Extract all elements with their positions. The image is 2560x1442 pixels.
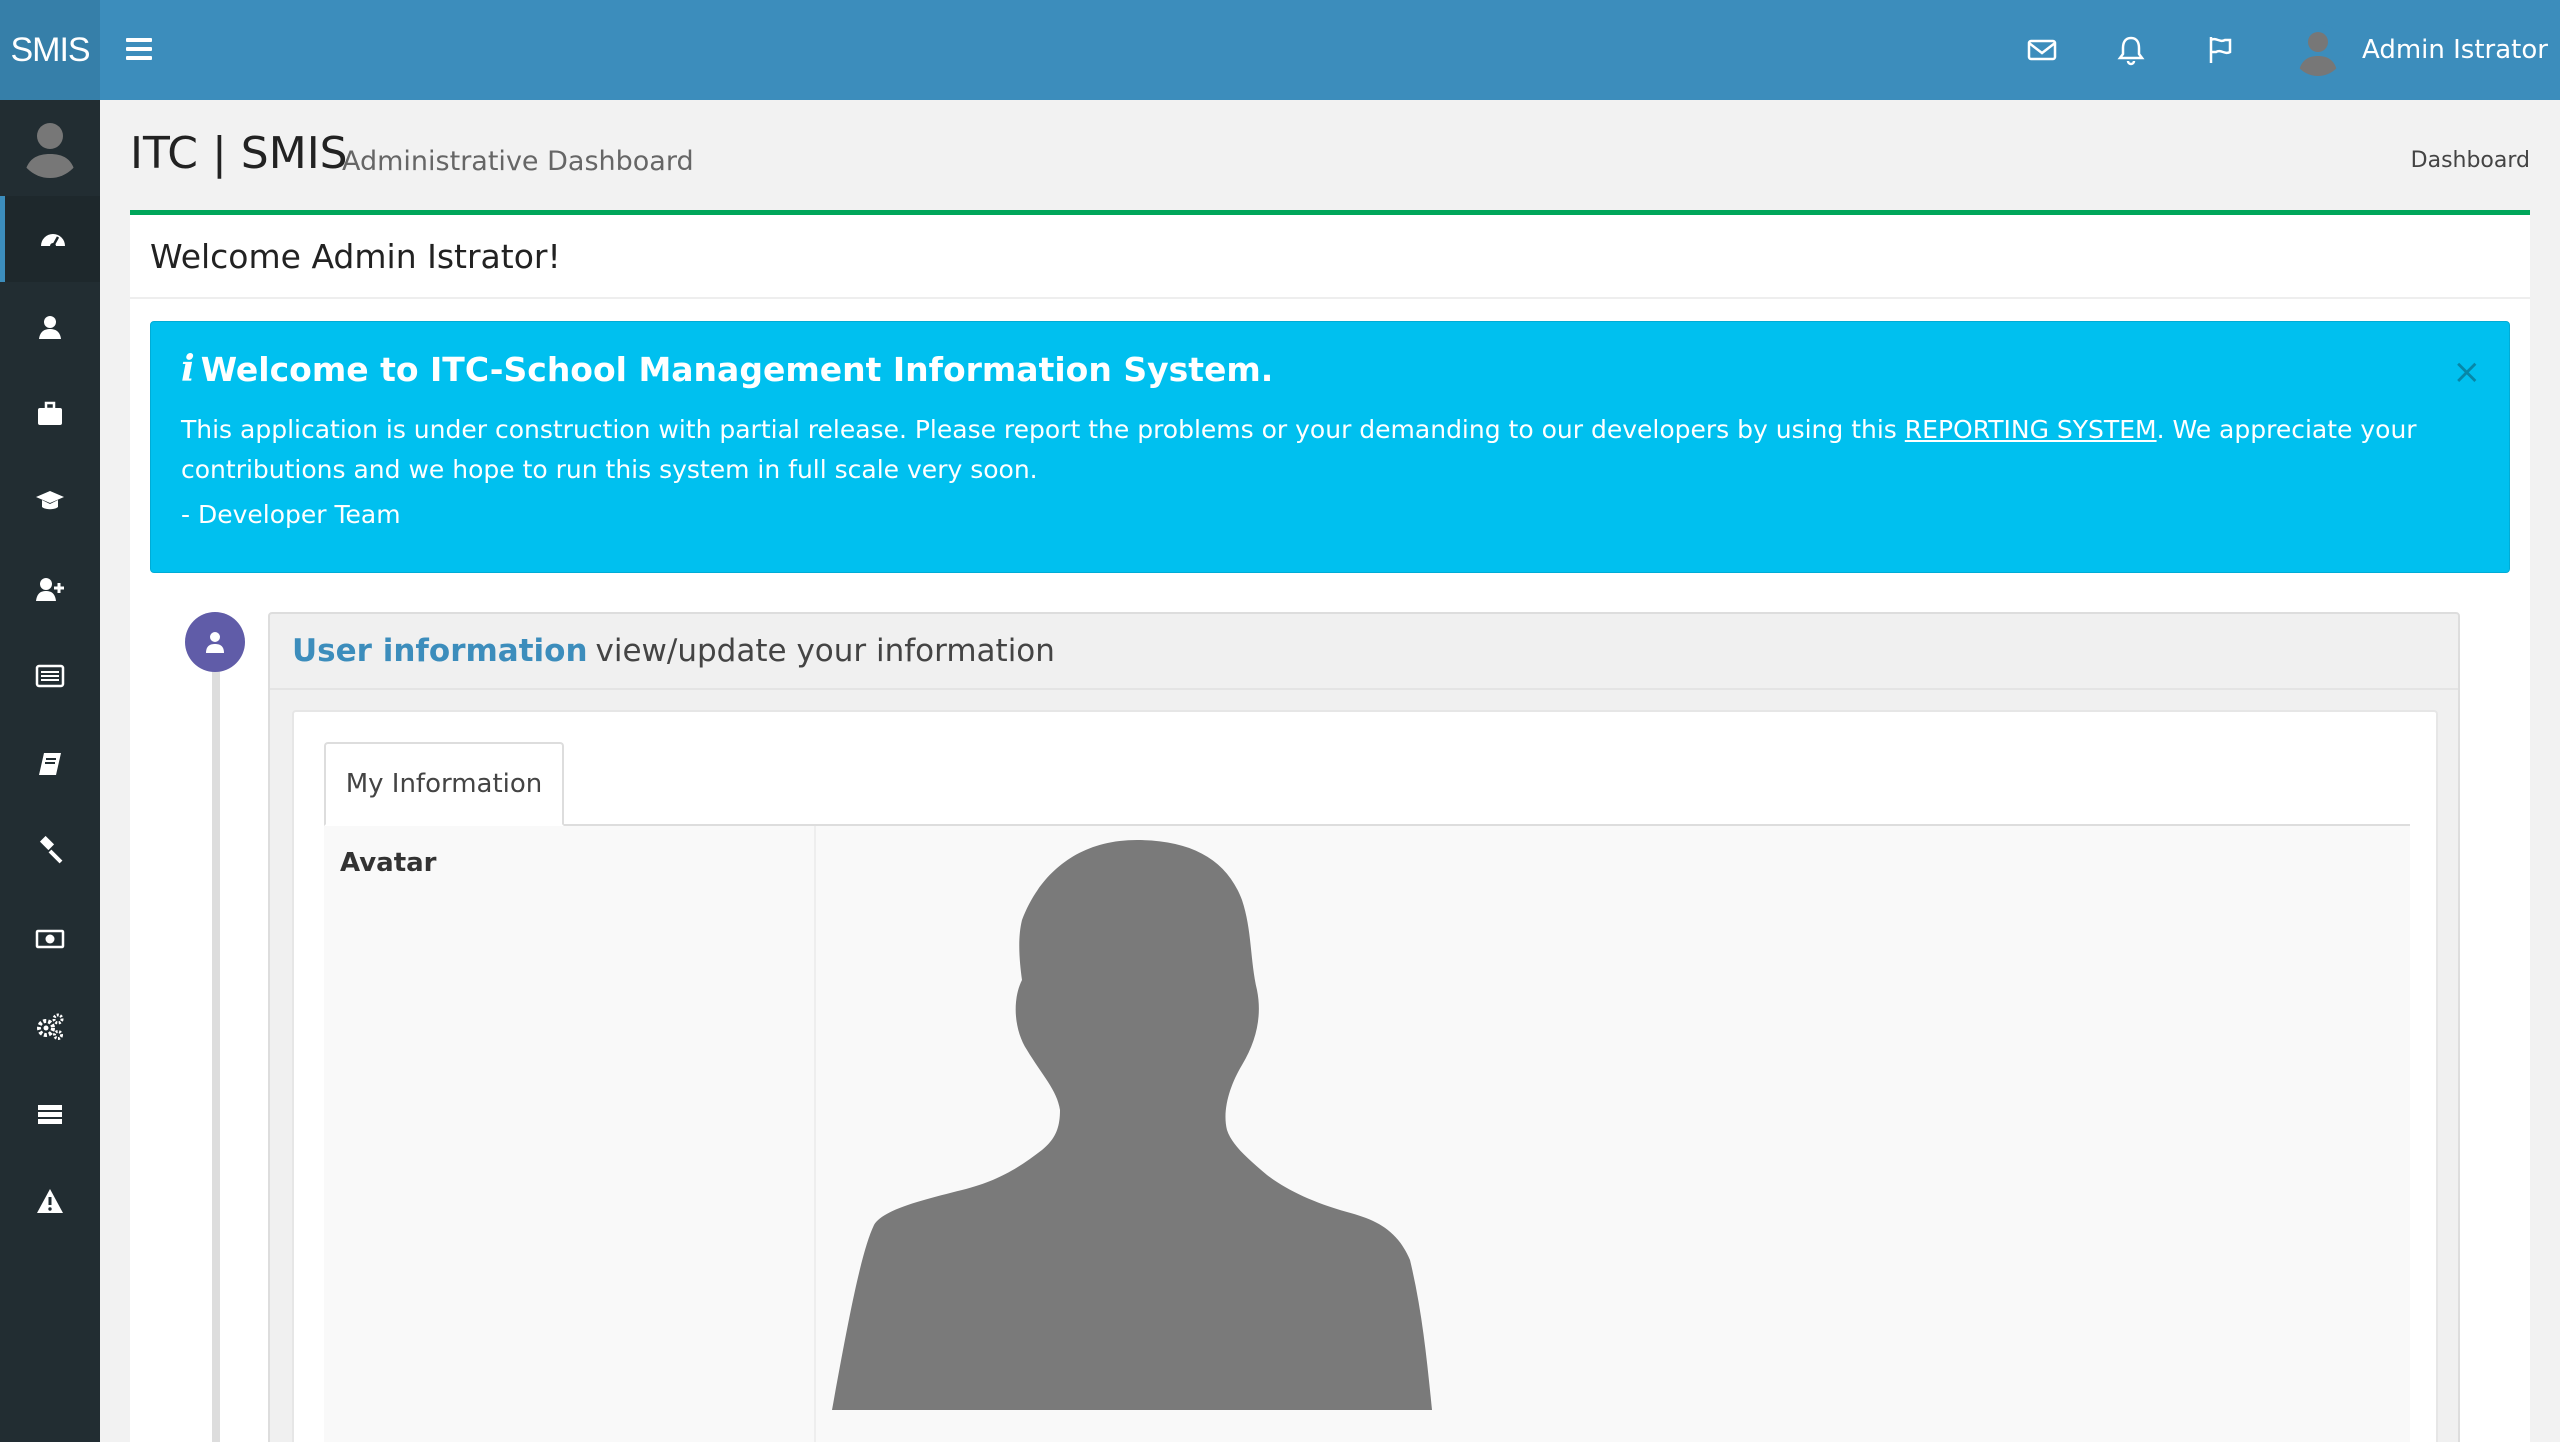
sidebar-item-money[interactable] [0,896,100,982]
timeline-heading-link[interactable]: User information [292,633,588,669]
info-icon: i [181,348,195,390]
sidebar-item-add-user[interactable] [0,546,100,632]
profile-avatar-image [832,840,1432,1410]
sidebar-item-list[interactable] [0,633,100,719]
timeline-item-user-info: User information view/update your inform… [268,612,2460,1442]
timeline-heading-desc: view/update your information [595,633,1055,669]
user-info-panel: My Information Avatar [292,710,2438,1442]
bell-icon[interactable] [2113,32,2149,68]
book-icon [39,753,61,775]
avatar [2292,24,2344,76]
top-navbar: SMIS Admin Istrator [0,0,2560,100]
welcome-box-header: Welcome Admin Istrator! [130,215,2530,299]
user-icon [206,632,224,653]
sidebar-item-settings[interactable] [0,983,100,1069]
sidebar-item-server[interactable] [0,1071,100,1157]
flag-icon[interactable] [2202,32,2238,68]
sidebar [0,100,100,1442]
info-alert: i Welcome to ITC-School Management Infor… [150,321,2510,573]
breadcrumb[interactable]: Dashboard [2411,148,2530,173]
envelope-icon[interactable] [2024,32,2060,68]
alert-title-text: Welcome to ITC-School Management Informa… [200,349,1274,389]
avatar-value [816,826,2410,1442]
dashboard-icon [40,234,65,249]
page-title: ITC | SMIS [130,128,348,179]
briefcase-icon [38,401,62,425]
user-icon [39,316,61,339]
sidebar-item-education[interactable] [0,458,100,544]
alert-body-text: This application is under construction w… [181,415,1905,444]
tab-my-information[interactable]: My Information [324,742,564,826]
sidebar-item-warning[interactable] [0,1158,100,1244]
alert-body: This application is under construction w… [181,410,2479,490]
money-icon [35,929,65,949]
cogs-icon [37,1013,64,1040]
close-icon[interactable]: × [2453,352,2482,392]
gavel-icon [39,836,63,864]
user-name: Admin Istrator [2362,35,2548,65]
page-subtitle: Administrative Dashboard [342,146,694,177]
sidebar-item-gavel[interactable] [0,808,100,894]
alert-title: i Welcome to ITC-School Management Infor… [181,348,2479,390]
sidebar-item-book[interactable] [0,721,100,807]
user-plus-icon [36,578,64,601]
server-icon [38,1105,62,1124]
welcome-title: Welcome Admin Istrator! [150,236,561,276]
timeline-header: User information view/update your inform… [270,614,2458,690]
sidebar-item-user[interactable] [0,284,100,370]
app-logo[interactable]: SMIS [0,0,100,100]
sidebar-avatar [18,114,82,178]
menu-icon[interactable] [126,38,152,62]
user-menu[interactable]: Admin Istrator [2292,20,2548,80]
sidebar-item-dashboard[interactable] [0,196,100,282]
alert-signature: - Developer Team [181,500,401,529]
list-icon [35,664,65,688]
timeline-line [212,650,220,1442]
warning-icon [37,1189,63,1213]
info-tabs: My Information [324,742,2410,826]
info-table: Avatar [324,826,2410,1442]
avatar-label: Avatar [324,826,816,1442]
sidebar-item-briefcase[interactable] [0,371,100,457]
timeline-user-badge [185,612,245,672]
reporting-system-link[interactable]: REPORTING SYSTEM [1905,415,2157,444]
graduation-cap-icon [36,491,64,510]
